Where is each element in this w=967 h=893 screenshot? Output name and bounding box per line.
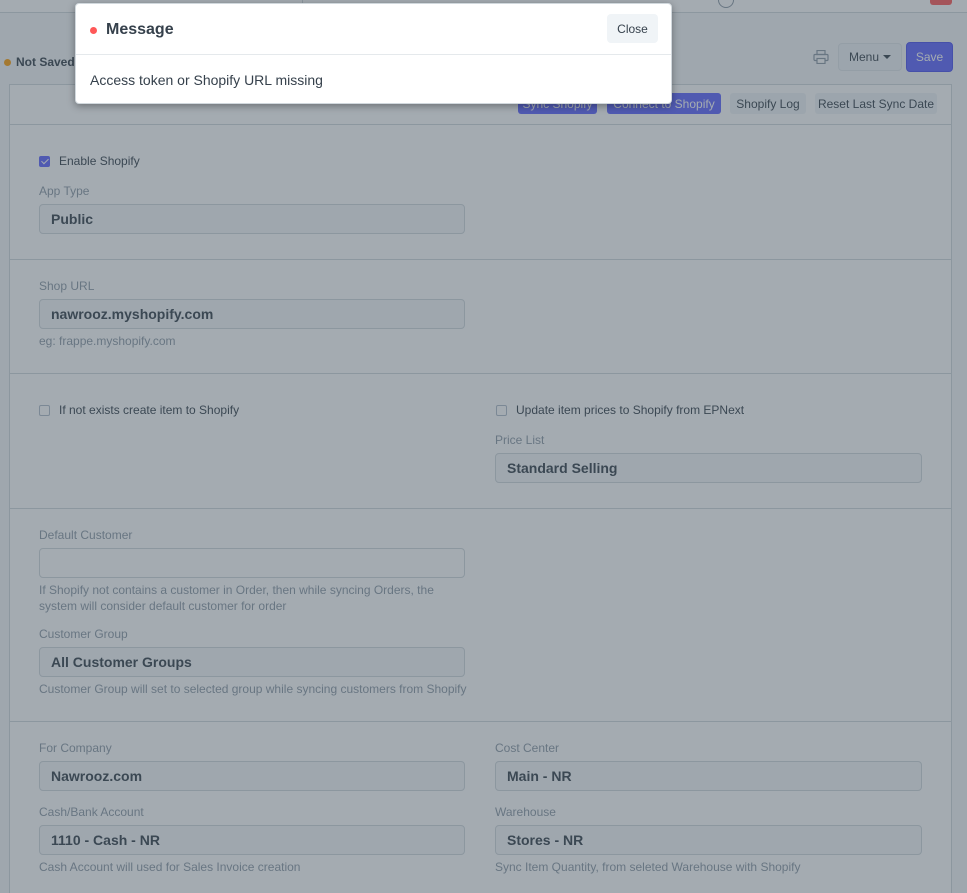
dialog-header: Message Close	[76, 4, 671, 55]
message-dialog: Message Close Access token or Shopify UR…	[75, 3, 672, 104]
dialog-indicator-dot	[90, 27, 97, 34]
modal-backdrop[interactable]	[0, 0, 967, 893]
dialog-title: Message	[106, 21, 174, 38]
close-button[interactable]: Close	[607, 14, 658, 43]
dialog-message: Access token or Shopify URL missing	[90, 72, 323, 88]
